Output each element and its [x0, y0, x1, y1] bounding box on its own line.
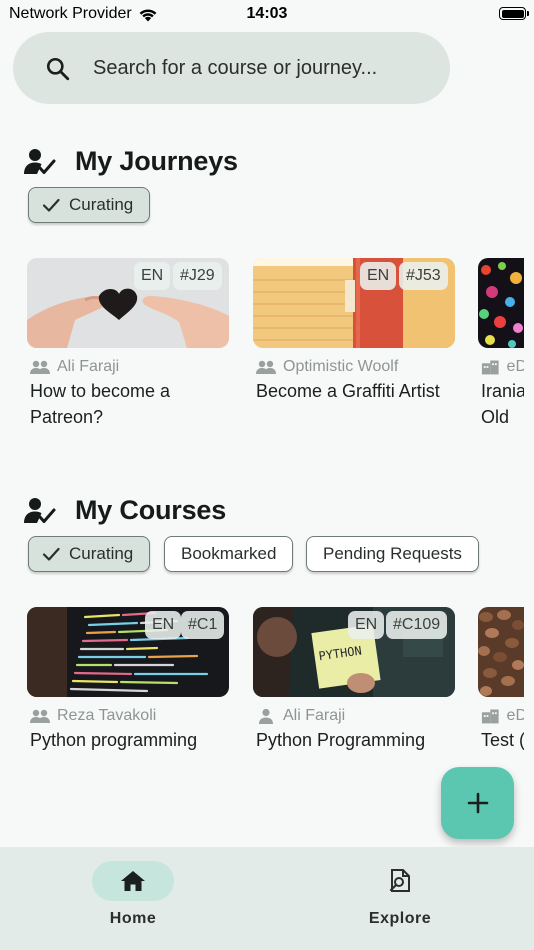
id-badge: #J53 — [399, 262, 448, 290]
person-check-icon — [24, 148, 56, 174]
chip-label: Curating — [69, 195, 134, 214]
group-icon — [30, 360, 50, 374]
explore-icon — [389, 869, 410, 892]
status-bar: Network Provider 14:03 — [0, 0, 534, 28]
bottom-navigation: Home Explore — [0, 847, 534, 950]
battery-icon — [499, 7, 529, 20]
card-author: Optimistic Woolf — [256, 358, 398, 376]
id-badge: #C1 — [181, 611, 225, 639]
nav-indicator — [359, 861, 441, 901]
plus-icon — [467, 792, 488, 814]
my-journeys-header: My Journeys — [24, 146, 238, 177]
language-badge: EN — [134, 262, 171, 290]
home-icon — [121, 871, 145, 891]
course-card[interactable]: EN #C1 Reza Tavakoli Python programming — [27, 607, 229, 757]
search-bar[interactable] — [13, 32, 450, 104]
language-badge: EN — [145, 611, 182, 639]
card-author: Reza Tavakoli — [30, 707, 156, 725]
course-card[interactable]: PYTHON EN #C109 Ali Faraji Python Progra… — [253, 607, 455, 757]
check-icon — [42, 547, 60, 561]
card-title: Python programming — [30, 730, 198, 750]
add-button[interactable] — [441, 767, 514, 839]
nav-home[interactable]: Home — [63, 861, 203, 928]
nav-label: Home — [109, 910, 157, 927]
nav-indicator — [92, 861, 174, 901]
card-title: Irania Old — [481, 381, 524, 427]
course-card[interactable]: eD Test ( — [478, 607, 524, 757]
journey-thumbnail: EN #J53 — [253, 258, 455, 348]
organization-icon — [481, 709, 499, 724]
person-icon — [259, 708, 273, 724]
search-icon — [46, 57, 70, 81]
course-thumbnail — [478, 607, 524, 697]
author-name: Ali Faraji — [283, 707, 346, 724]
nav-label: Explore — [368, 910, 432, 927]
group-icon — [30, 709, 50, 723]
search-input[interactable] — [93, 52, 433, 84]
id-badge: #J29 — [173, 262, 222, 290]
chip-label: Bookmarked — [181, 544, 277, 563]
journey-card[interactable]: EN #J53 Optimistic Woolf Become a Graffi… — [253, 258, 455, 428]
organization-icon — [481, 360, 499, 375]
author-name: eD — [506, 707, 524, 724]
language-badge: EN — [348, 611, 385, 639]
author-name: Ali Faraji — [57, 358, 120, 375]
card-author: Ali Faraji — [30, 358, 119, 376]
author-name: Optimistic Woolf — [283, 358, 399, 375]
chip-label: Pending Requests — [323, 544, 462, 563]
card-title: Test ( — [481, 730, 524, 750]
check-icon — [42, 198, 60, 212]
journey-card[interactable]: EN #J29 Ali Faraji How to become a Patre… — [27, 258, 229, 428]
journeys-chip-curating[interactable]: Curating — [28, 187, 151, 223]
journey-thumbnail: EN #J29 — [27, 258, 229, 348]
courses-chip-bookmarked[interactable]: Bookmarked — [164, 536, 294, 572]
group-icon — [256, 360, 276, 374]
card-author: eD — [481, 358, 524, 376]
id-badge: #C109 — [386, 611, 448, 639]
section-title: My Journeys — [75, 146, 238, 176]
card-author: Ali Faraji — [256, 707, 345, 725]
card-title: Become a Graffiti Artist — [256, 381, 440, 401]
courses-chip-pending-requests[interactable]: Pending Requests — [306, 536, 479, 572]
author-name: Reza Tavakoli — [57, 707, 157, 724]
card-title: How to become a Patreon? — [30, 381, 171, 427]
my-courses-header: My Courses — [24, 495, 226, 526]
course-thumbnail: EN #C1 — [27, 607, 229, 697]
courses-chip-curating[interactable]: Curating — [28, 536, 151, 572]
author-name: eD — [506, 358, 524, 375]
card-author: eD — [481, 707, 524, 725]
section-title: My Courses — [75, 495, 227, 525]
chip-label: Curating — [69, 544, 134, 563]
person-check-icon — [24, 497, 56, 523]
clock: 14:03 — [246, 5, 288, 22]
language-badge: EN — [360, 262, 397, 290]
course-thumbnail: PYTHON EN #C109 — [253, 607, 455, 697]
nav-explore[interactable]: Explore — [330, 861, 470, 928]
journey-thumbnail — [478, 258, 524, 348]
card-title: Python Programming — [256, 730, 426, 750]
journey-card[interactable]: eD Irania Old — [478, 258, 524, 428]
